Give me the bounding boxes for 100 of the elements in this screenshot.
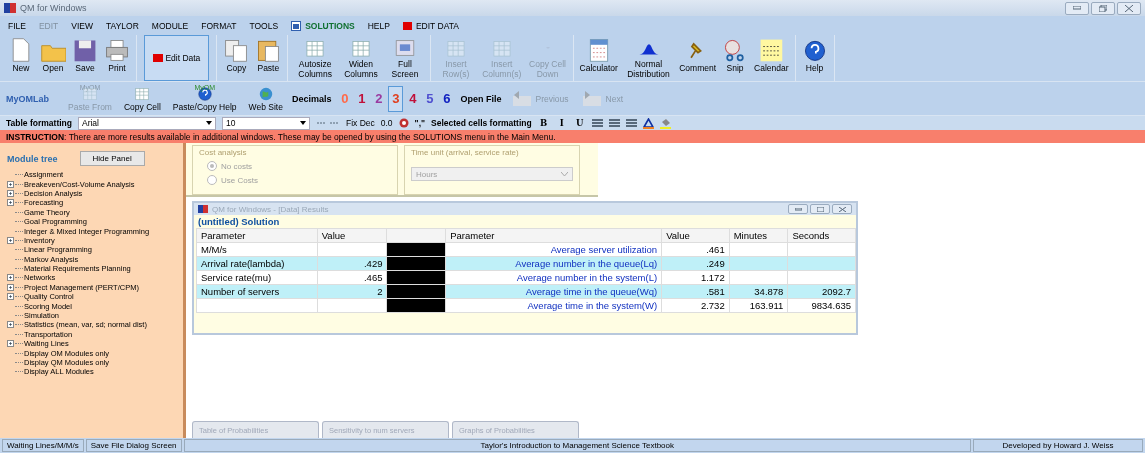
column-header: Seconds: [787, 228, 856, 243]
comma-format-label[interactable]: ",": [414, 118, 426, 128]
hide-panel-button[interactable]: Hide Panel: [79, 151, 145, 166]
toolbar-button[interactable]: New: [5, 35, 37, 81]
radio-label: Use Costs: [221, 175, 258, 185]
decimals-option[interactable]: 5: [422, 85, 438, 112]
status-text: Taylor's Introduction to Management Science Textbook: [183, 439, 971, 452]
toolbar-button[interactable]: Open: [37, 35, 69, 81]
expand-icon[interactable]: [7, 236, 14, 244]
toolbar-button[interactable]: Full Screen: [382, 35, 427, 81]
app-logo-icon: [4, 3, 16, 13]
menu-item[interactable]: HELP: [367, 20, 390, 31]
toolbar-button[interactable]: Autosize Columns: [291, 35, 339, 81]
menu-item[interactable]: TAYLOR: [106, 20, 139, 31]
column-header: Parameter: [196, 228, 318, 243]
group-title: Time unit (arrival, service rate): [411, 148, 520, 157]
toolbar-button[interactable]: Web Site: [245, 83, 286, 114]
group-title: Cost analysis: [199, 148, 248, 157]
toolbar-button[interactable]: Widen Columns: [338, 35, 383, 81]
caret-icon: [561, 172, 568, 176]
status-text: Save File Dialog Screen: [85, 439, 182, 452]
folder-arrow-icon: [510, 89, 533, 108]
decimals-option[interactable]: 6: [439, 85, 455, 112]
toolbar-button[interactable]: Normal Distribution: [620, 35, 677, 81]
decimals-option[interactable]: 1: [354, 85, 370, 112]
folder-arrow-icon: [580, 89, 603, 108]
align-icon[interactable]: [625, 119, 637, 127]
caret-icon: [205, 121, 212, 125]
toolbar-button[interactable]: Copy: [220, 35, 253, 81]
instruction-text: INSTRUCTION: There are more results available in additional windows. These may be opened by using the SOLUTIONS menu in the Main Menu.: [0, 130, 1145, 143]
minimize-icon: [794, 207, 802, 211]
expand-icon[interactable]: [7, 274, 14, 282]
table-icon: [80, 85, 100, 102]
maximize-icon: [816, 206, 824, 212]
radio-button[interactable]: [207, 161, 217, 171]
menu-item[interactable]: TOOLS: [249, 20, 279, 31]
style-button[interactable]: I: [555, 118, 568, 128]
menu-item[interactable]: VIEW: [71, 20, 94, 31]
close-icon: [1125, 4, 1133, 12]
window-icon: [291, 20, 302, 31]
minimize-button[interactable]: [1065, 1, 1089, 15]
radio-button[interactable]: [207, 175, 217, 185]
restore-button[interactable]: [1091, 1, 1115, 15]
toolbar-button[interactable]: Comment: [676, 35, 720, 81]
status-text: Developed by Howard J. Weiss: [973, 439, 1143, 452]
toolbar-button[interactable]: Save: [69, 35, 101, 81]
font-color-icon[interactable]: [642, 117, 654, 129]
font-dropdown[interactable]: Arial: [77, 116, 216, 130]
toolbar-button[interactable]: Edit Data: [144, 35, 210, 81]
open-file-label: Open File: [460, 93, 502, 104]
font-size-dropdown[interactable]: 10: [221, 116, 310, 130]
copy-icon: [223, 37, 250, 63]
column-header: Value: [317, 228, 387, 243]
style-button[interactable]: U: [573, 118, 586, 128]
expand-icon[interactable]: [7, 321, 14, 329]
decimals-label: Decimals: [291, 93, 332, 104]
menu-item[interactable]: EDIT DATA: [402, 20, 459, 31]
column-header: Parameter: [445, 228, 662, 243]
toolbar-button[interactable]: Calculator: [576, 35, 621, 81]
solution-title: (untitled) Solution: [197, 215, 281, 228]
close-button[interactable]: [832, 204, 852, 214]
caret-icon: [299, 121, 306, 125]
expand-icon[interactable]: [7, 199, 14, 207]
myomlab-label[interactable]: MyOMLab: [6, 93, 49, 104]
toolbar-button[interactable]: Snip: [719, 35, 752, 81]
align-icon[interactable]: [608, 119, 620, 127]
restore-button[interactable]: [810, 204, 830, 214]
minimize-icon: [1073, 6, 1081, 10]
toolbar-button[interactable]: Paste: [252, 35, 285, 81]
calendar-icon: [758, 37, 785, 63]
stop-icon[interactable]: [398, 118, 409, 128]
fix-dec-label[interactable]: Fix Dec: [345, 118, 375, 128]
toolbar-button[interactable]: Help: [798, 35, 831, 81]
align-icon[interactable]: [591, 119, 603, 127]
close-button[interactable]: [1117, 1, 1141, 15]
window-title: QM for Windows: [20, 3, 87, 13]
table-formatting-label: Table formatting: [6, 118, 72, 128]
selected-cells-label: Selected cells formatting: [431, 118, 532, 128]
decimals-option[interactable]: 2: [371, 85, 387, 112]
toolbar-button[interactable]: Copy Cell: [120, 83, 164, 114]
expand-icon[interactable]: [7, 293, 14, 301]
menu-item[interactable]: FILE: [8, 20, 26, 31]
toolbar-button[interactable]: Print: [101, 35, 133, 81]
panel-title: Module tree: [7, 153, 58, 164]
square-icon: [153, 54, 163, 62]
decimals-option[interactable]: 4: [405, 85, 421, 112]
minimize-button[interactable]: [788, 204, 808, 214]
printer-icon: [104, 37, 130, 63]
zero-format-label[interactable]: 0.0: [380, 118, 393, 128]
menu-item[interactable]: SOLUTIONS: [291, 20, 355, 31]
menu-item[interactable]: FORMAT: [201, 20, 237, 31]
expand-icon[interactable]: [7, 283, 14, 291]
style-button[interactable]: B: [537, 118, 550, 128]
expand-icon[interactable]: [7, 189, 14, 197]
app-logo-icon: [198, 205, 208, 213]
menu-item[interactable]: MODULE: [151, 20, 189, 31]
fill-bucket-icon[interactable]: [659, 117, 671, 129]
toolbar-button[interactable]: Calendar: [751, 35, 792, 81]
expand-icon[interactable]: [7, 340, 14, 348]
expand-icon[interactable]: [7, 180, 14, 188]
